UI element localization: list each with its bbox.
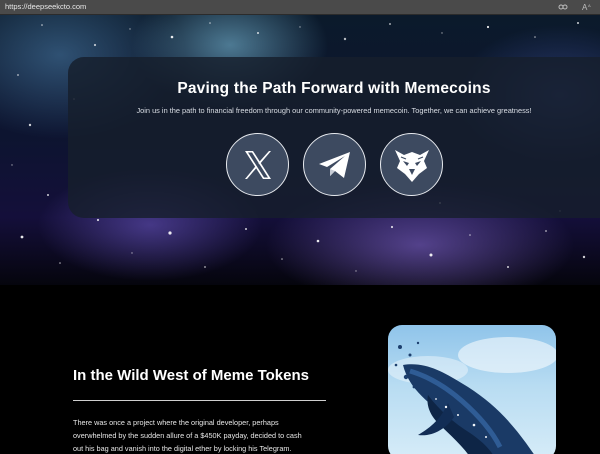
url-text[interactable]: https://deepseekcto.com (5, 2, 86, 11)
social-links (226, 133, 443, 196)
browser-toolbar-icons: A A (558, 2, 592, 12)
title-divider (73, 400, 326, 401)
x-twitter-icon (244, 150, 271, 179)
reader-icon[interactable] (558, 2, 568, 12)
telegram-button[interactable] (303, 133, 366, 196)
whale-illustration (388, 325, 556, 454)
x-twitter-button[interactable] (226, 133, 289, 196)
eagle-logo-icon (394, 149, 429, 182)
story-title: In the Wild West of Meme Tokens (73, 367, 310, 384)
svg-text:A: A (588, 3, 591, 8)
hero-section: Paving the Path Forward with Memecoins J… (0, 15, 600, 285)
hero-subtitle: Join us in the path to financial freedom… (136, 106, 532, 115)
story-line: There was once a project where the origi… (73, 418, 279, 427)
text-size-icon[interactable]: A A (582, 2, 592, 12)
story-body: There was once a project where the origi… (73, 416, 373, 454)
story-line: overwhelmed by the sudden allure of a $4… (73, 431, 302, 440)
story-line: out his bag and vanish into the digital … (73, 444, 292, 453)
hero-title: Paving the Path Forward with Memecoins (177, 80, 491, 97)
telegram-icon (318, 151, 350, 178)
community-card: Paving the Path Forward with Memecoins J… (68, 57, 600, 218)
story-section: In the Wild West of Meme Tokens There wa… (0, 285, 600, 454)
whale-image (388, 337, 556, 454)
browser-url-bar[interactable]: https://deepseekcto.com A A (0, 0, 600, 15)
eagle-logo-button[interactable] (380, 133, 443, 196)
